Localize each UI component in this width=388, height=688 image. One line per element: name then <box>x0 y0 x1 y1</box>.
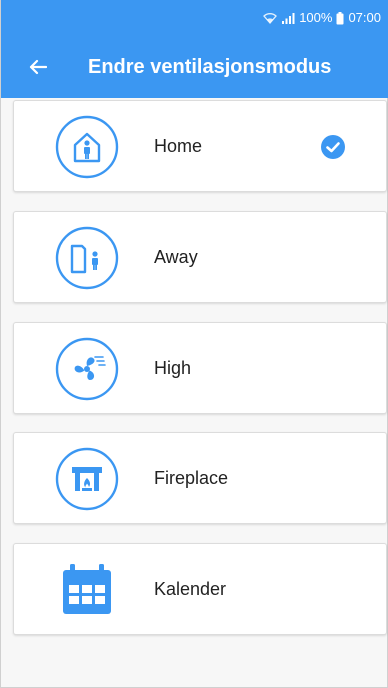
mode-card-high[interactable]: High <box>13 322 387 414</box>
app-bar: Endre ventilasjonsmodus <box>1 36 388 98</box>
mode-label: Home <box>154 136 203 156</box>
mode-label: Fireplace <box>154 468 229 488</box>
mode-label: Away <box>154 247 198 267</box>
page-title: Endre ventilasjonsmodus <box>88 56 332 78</box>
mode-label: Kalender <box>154 579 227 599</box>
arrow-left-icon <box>29 59 47 75</box>
mode-label: High <box>154 358 192 378</box>
status-bar: 100% 07:00 <box>1 0 388 36</box>
wifi-icon <box>263 13 278 24</box>
status-indicators: 100% 07:00 <box>263 9 381 27</box>
signal-icon <box>282 13 295 24</box>
fan-icon <box>55 337 119 401</box>
check-circle-icon <box>321 135 345 159</box>
mode-card-away[interactable]: Away <box>13 211 387 303</box>
calendar-icon <box>63 564 111 614</box>
fireplace-icon <box>55 447 119 511</box>
mode-card-home[interactable]: Home <box>13 100 387 192</box>
status-time: 07:00 <box>348 10 381 25</box>
away-door-person-icon <box>55 226 119 290</box>
mode-card-kalender[interactable]: Kalender <box>13 543 387 635</box>
battery-percent: 100% <box>299 10 333 25</box>
mode-card-fireplace[interactable]: Fireplace <box>13 432 387 524</box>
app-frame: 100% 07:00 Endre ventilasjonsmodus Home <box>0 0 388 688</box>
battery-icon <box>336 11 344 24</box>
home-person-icon <box>55 115 119 179</box>
back-button[interactable] <box>21 52 55 82</box>
